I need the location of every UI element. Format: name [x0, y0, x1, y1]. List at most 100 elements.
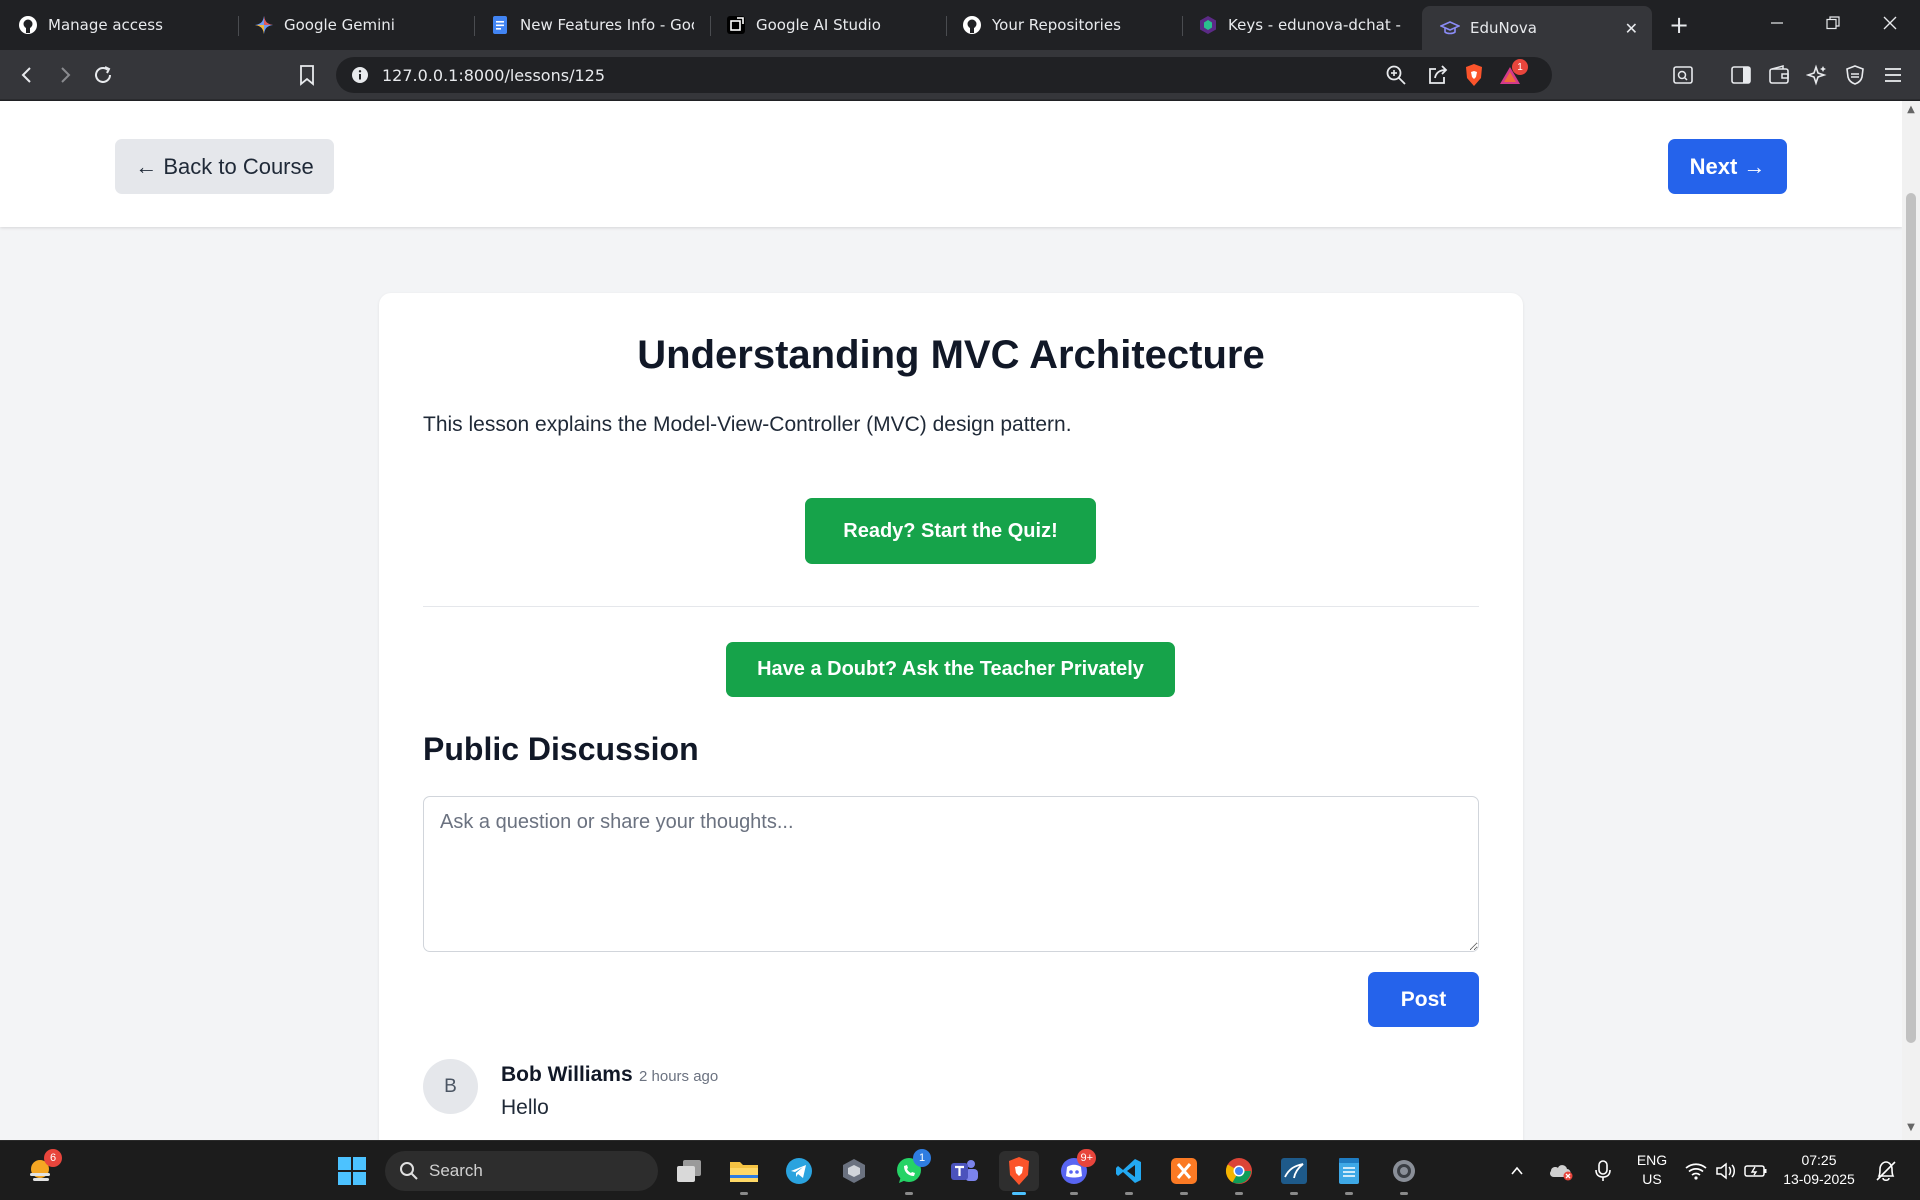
minimize-window-icon[interactable]: [1749, 0, 1805, 46]
taskbar-discord[interactable]: 9+: [1054, 1149, 1096, 1195]
restore-window-icon[interactable]: [1805, 0, 1861, 46]
tab-new-features-info[interactable]: New Features Info - Googl: [472, 6, 708, 44]
wallet-icon[interactable]: [1766, 62, 1792, 88]
onedrive-icon[interactable]: [1544, 1151, 1578, 1191]
discussion-title: Public Discussion: [423, 731, 699, 767]
menu-icon[interactable]: [1880, 62, 1906, 88]
taskbar-teams[interactable]: [944, 1151, 984, 1191]
running-indicator: [740, 1192, 748, 1195]
search-label: Search: [429, 1161, 483, 1180]
post-button[interactable]: Post: [1368, 972, 1479, 1027]
new-tab-button[interactable]: +: [1664, 10, 1694, 40]
task-view-button[interactable]: [669, 1151, 709, 1191]
sidebar-icon[interactable]: [1728, 62, 1754, 88]
site-info-icon[interactable]: [348, 63, 372, 87]
tab-google-ai-studio[interactable]: Google AI Studio: [708, 6, 944, 44]
browser-tab-strip: Manage access Google Gemini New Features…: [0, 0, 1920, 50]
close-tab-icon[interactable]: ✕: [1615, 19, 1638, 38]
taskbar-whatsapp[interactable]: 1: [889, 1149, 931, 1195]
url-text: 127.0.0.1:8000/lessons/125: [382, 65, 605, 85]
windows-taskbar: 6 Search 1 9+ ENG US 07:25 13-09-2025: [0, 1140, 1920, 1200]
brave-rewards-icon[interactable]: 1: [1498, 59, 1528, 87]
share-icon[interactable]: [1426, 63, 1450, 87]
weather-widget[interactable]: 6: [20, 1149, 62, 1191]
taskbar-xampp[interactable]: [1164, 1151, 1204, 1195]
back-arrow-icon[interactable]: [12, 60, 42, 90]
taskbar-telegram[interactable]: [779, 1151, 819, 1191]
scroll-thumb[interactable]: [1906, 193, 1916, 1043]
gemini-icon: [254, 15, 274, 35]
running-indicator: [1235, 1192, 1243, 1195]
discord-badge: 9+: [1077, 1149, 1096, 1167]
chrome-icon: [1225, 1158, 1252, 1184]
taskbar-notepad[interactable]: [1329, 1151, 1369, 1195]
keys-icon: [1198, 15, 1218, 35]
running-indicator: [1070, 1192, 1078, 1195]
back-to-course-button[interactable]: ← Back to Course: [115, 139, 334, 194]
next-lesson-button[interactable]: Next →: [1668, 139, 1787, 194]
language-label: ENG: [1636, 1152, 1668, 1168]
leo-ai-icon[interactable]: [1804, 62, 1830, 88]
tab-title: Google Gemini: [284, 16, 395, 34]
tab-search-icon[interactable]: [1670, 62, 1696, 88]
task-view-icon: [677, 1160, 701, 1182]
tab-your-repositories[interactable]: Your Repositories: [944, 6, 1180, 44]
taskbar-brave[interactable]: [999, 1151, 1039, 1195]
zoom-icon[interactable]: [1384, 63, 1408, 87]
wifi-icon[interactable]: [1680, 1151, 1712, 1191]
microphone-icon[interactable]: [1586, 1151, 1620, 1191]
tab-edunova[interactable]: EduNova ✕: [1422, 6, 1652, 50]
vpn-shield-icon[interactable]: [1842, 62, 1868, 88]
taskbar-settings[interactable]: [1384, 1151, 1424, 1195]
volume-icon[interactable]: [1710, 1151, 1742, 1191]
tab-keys-edunova[interactable]: Keys - edunova-dchat - Cl: [1180, 6, 1416, 44]
taskbar-app-hexagon[interactable]: [834, 1151, 874, 1191]
close-window-icon[interactable]: [1862, 0, 1918, 46]
notepad-icon: [1339, 1158, 1359, 1184]
comment-author: Bob Williams: [501, 1063, 633, 1086]
search-icon: [400, 1162, 418, 1180]
github-icon: [18, 15, 38, 35]
address-bar[interactable]: 127.0.0.1:8000/lessons/125 1: [336, 57, 1552, 93]
vscode-icon: [1116, 1159, 1141, 1183]
show-hidden-icons-chevron-icon[interactable]: [1502, 1151, 1532, 1191]
tab-google-gemini[interactable]: Google Gemini: [236, 6, 472, 44]
tab-manage-access[interactable]: Manage access: [0, 6, 236, 44]
settings-gear-icon: [1393, 1160, 1415, 1182]
start-quiz-button[interactable]: Ready? Start the Quiz!: [805, 498, 1096, 564]
scroll-up-icon[interactable]: ▲: [1906, 105, 1916, 115]
brave-shields-icon[interactable]: [1462, 63, 1486, 87]
teams-icon: [951, 1160, 978, 1181]
windows-logo-icon: [338, 1157, 366, 1185]
scroll-down-icon[interactable]: ▼: [1906, 1123, 1916, 1133]
start-button[interactable]: [332, 1151, 372, 1191]
taskbar-vscode[interactable]: [1109, 1151, 1149, 1195]
edunova-icon: [1440, 18, 1460, 38]
taskbar-chrome[interactable]: [1219, 1151, 1259, 1195]
tab-title: Google AI Studio: [756, 16, 881, 34]
ask-teacher-button[interactable]: Have a Doubt? Ask the Teacher Privately: [726, 642, 1175, 697]
taskbar-mysql-workbench[interactable]: [1274, 1151, 1314, 1195]
tab-title: EduNova: [1470, 19, 1537, 37]
notifications-icon[interactable]: [1868, 1151, 1904, 1191]
comment-item: B Bob Williams 2 hours ago Hello: [423, 1059, 1479, 1139]
bookmark-icon[interactable]: [292, 60, 322, 90]
taskbar-file-explorer[interactable]: [724, 1151, 764, 1195]
input-language[interactable]: ENG US: [1630, 1151, 1674, 1189]
page-scrollbar[interactable]: ▲ ▼: [1902, 101, 1920, 1140]
lesson-card: Understanding MVC Architecture This less…: [379, 293, 1523, 1140]
taskbar-search[interactable]: Search: [385, 1151, 658, 1191]
docs-icon: [490, 15, 510, 35]
hexagon-app-icon: [843, 1159, 865, 1183]
forward-arrow-icon[interactable]: [50, 60, 80, 90]
battery-charging-icon[interactable]: [1740, 1151, 1772, 1191]
reload-icon[interactable]: [88, 60, 118, 90]
folder-icon: [730, 1162, 758, 1182]
running-indicator: [1345, 1192, 1353, 1195]
discussion-input[interactable]: [423, 796, 1479, 952]
system-clock[interactable]: 07:25 13-09-2025: [1776, 1151, 1862, 1189]
comment-body: Hello: [501, 1096, 549, 1119]
comment-time: 2 hours ago: [639, 1068, 719, 1085]
running-indicator: [1400, 1192, 1408, 1195]
lesson-nav-bar: ← Back to Course Next →: [0, 101, 1902, 227]
